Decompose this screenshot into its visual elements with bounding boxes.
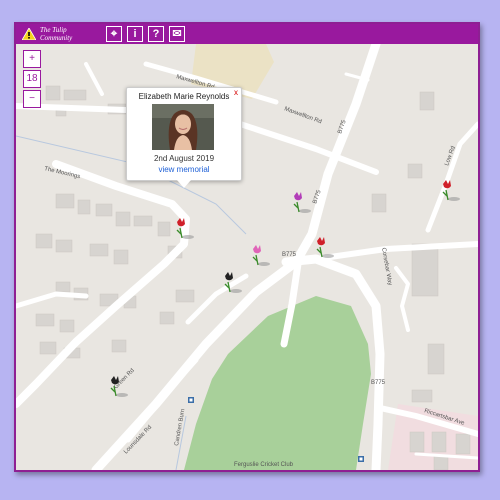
warning-triangle-icon — [22, 28, 36, 40]
view-memorial-link[interactable]: view memorial — [127, 165, 241, 174]
message-icon[interactable]: ✉ — [169, 26, 185, 42]
app-window: The Tulip Community ⌖ i ? ✉ Maxwellton R… — [14, 22, 480, 472]
help-icon[interactable]: ? — [148, 26, 164, 42]
memorial-photo — [152, 104, 214, 150]
bus-stop-icon — [188, 397, 194, 403]
zoom-level: 18 — [23, 70, 41, 88]
map-label-b775-c: B775 — [371, 380, 386, 386]
bus-stop-icon — [358, 456, 364, 462]
close-icon[interactable]: x — [234, 88, 238, 97]
memorial-name: Elizabeth Marie Reynolds — [138, 92, 230, 101]
memorial-date: 2nd August 2019 — [153, 154, 215, 163]
map-label-cricket: Ferguslie Cricket Club — [234, 462, 294, 468]
brand-line2: Community — [40, 34, 73, 42]
locate-icon[interactable]: ⌖ — [106, 26, 122, 42]
zoom-in-button[interactable]: + — [23, 50, 41, 68]
zoom-out-button[interactable]: − — [23, 90, 41, 108]
brand-logo: The Tulip Community — [20, 25, 90, 43]
title-bar: The Tulip Community ⌖ i ? ✉ — [16, 24, 478, 44]
map-view[interactable]: Maxwellton Rd Maxwellton Rd The Moorings… — [16, 44, 478, 470]
brand-line1: The Tulip — [40, 26, 67, 34]
memorial-popup: Elizabeth Marie Reynolds x 2nd August 20… — [126, 87, 242, 188]
map-label-b775-b: B775 — [282, 252, 297, 258]
info-icon[interactable]: i — [127, 26, 143, 42]
